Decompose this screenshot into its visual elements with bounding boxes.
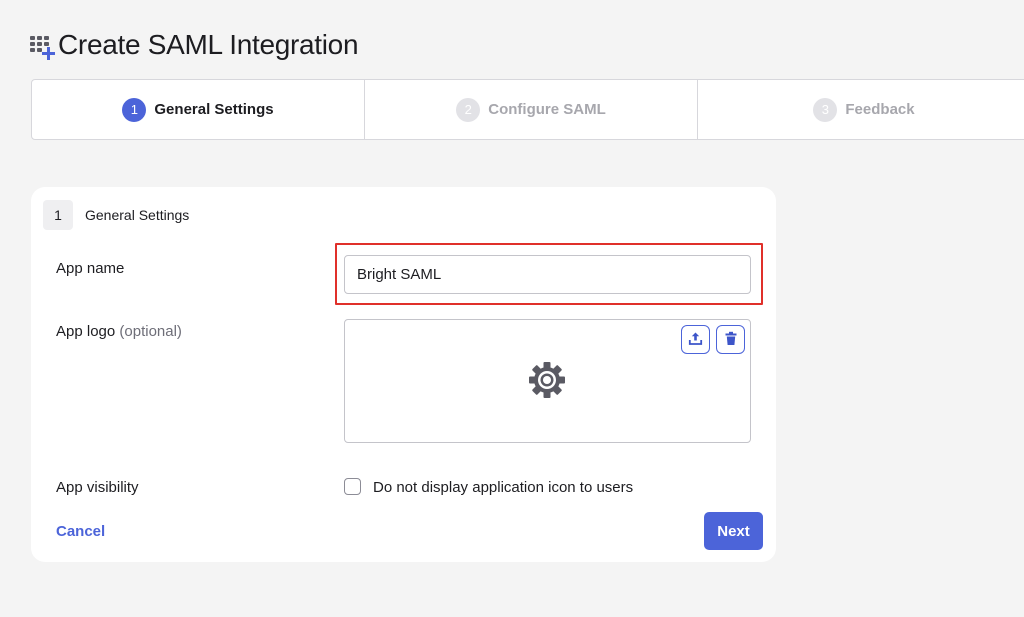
- app-grid-add-icon: [30, 28, 56, 62]
- upload-logo-button[interactable]: [681, 325, 710, 354]
- step-feedback[interactable]: 3 Feedback: [698, 80, 1024, 139]
- app-logo-label-text: App logo: [56, 323, 116, 340]
- app-name-input[interactable]: [344, 255, 751, 294]
- section-header: 1 General Settings: [43, 200, 189, 230]
- step-configure-saml[interactable]: 2 Configure SAML: [365, 80, 698, 139]
- next-button[interactable]: Next: [704, 512, 763, 550]
- step-general-settings[interactable]: 1 General Settings: [32, 80, 365, 139]
- section-number: 1: [43, 200, 73, 230]
- gear-icon: [527, 360, 567, 400]
- app-logo-label: App logo (optional): [56, 323, 182, 340]
- trash-icon: [724, 331, 738, 349]
- page-title: Create SAML Integration: [58, 29, 359, 60]
- step-label: Configure SAML: [488, 101, 606, 118]
- app-visibility-label: App visibility: [56, 479, 139, 496]
- step-number-badge: 3: [813, 97, 838, 122]
- step-number-badge: 2: [456, 97, 481, 122]
- upload-icon: [688, 331, 703, 349]
- general-settings-card: 1 General Settings App name App logo (op…: [31, 187, 776, 562]
- cancel-button[interactable]: Cancel: [56, 523, 105, 540]
- app-logo-dropzone[interactable]: [344, 319, 751, 443]
- wizard-stepper: 1 General Settings 2 Configure SAML 3 Fe…: [31, 79, 1024, 140]
- hide-app-icon-checkbox[interactable]: [344, 478, 361, 495]
- section-title: General Settings: [85, 207, 190, 223]
- step-label: Feedback: [845, 101, 915, 118]
- optional-hint: (optional): [119, 323, 182, 340]
- page-header: Create SAML Integration: [30, 28, 359, 62]
- step-number-badge: 1: [122, 97, 147, 122]
- delete-logo-button[interactable]: [716, 325, 745, 354]
- app-name-label: App name: [56, 260, 125, 277]
- step-label: General Settings: [154, 101, 274, 118]
- hide-app-icon-checkbox-label[interactable]: Do not display application icon to users: [373, 479, 633, 496]
